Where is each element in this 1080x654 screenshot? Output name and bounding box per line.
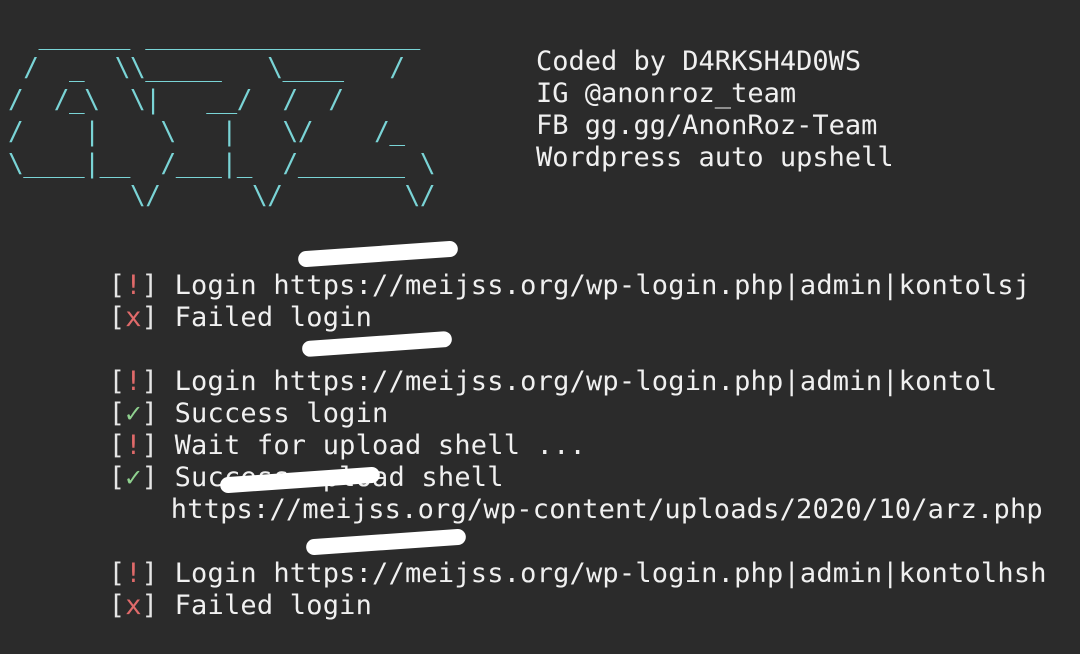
terminal-window[interactable]: ______ __________________ / _ \\_____ \_…: [0, 0, 1080, 621]
coded-by-line: Coded by D4RKSH4D0WS: [536, 46, 862, 77]
shell-url-line: https://meijss.org/wp-content/uploads/20…: [10, 462, 1047, 525]
log-line: [✓] Success login: [108, 398, 389, 429]
fail-icon: x: [125, 590, 142, 621]
log-line: [!] Login https://meijss.org/wp-login.ph…: [10, 238, 1047, 301]
log-line: [!] Login https://meijss.org/wp-login.ph…: [10, 330, 1047, 397]
ascii-logo: ______ __________________ / _ \\_____ \_…: [8, 20, 435, 212]
ascii-logo-line: ______ __________________: [8, 21, 421, 51]
log-line: [!] Login https://meijss.org/wp-login.ph…: [10, 526, 1047, 589]
log-line: [✓] Success upload shell: [108, 462, 504, 493]
redaction-mark: [305, 528, 467, 556]
ascii-logo-line: \____|__ /___|_ /_______ \: [8, 149, 436, 179]
banner-info: Coded by D4RKSH4D0WS IG @anonroz_team FB…: [536, 46, 894, 174]
log-output: [!] Login https://meijss.org/wp-login.ph…: [10, 238, 1047, 621]
facebook-line: FB gg.gg/AnonRoz-Team: [536, 110, 878, 141]
log-line: [x] Failed login: [108, 302, 373, 333]
log-line: [!] Wait for upload shell ...: [108, 430, 586, 461]
description-line: Wordpress auto upshell: [536, 142, 894, 173]
ascii-logo-line: / _ \\_____ \____ /: [8, 53, 405, 83]
ascii-logo-line: / | \ | \/ /_: [8, 117, 420, 147]
ascii-logo-line: / /_\ \| __/ / /: [8, 85, 390, 115]
instagram-line: IG @anonroz_team: [536, 78, 797, 109]
log-line: [x] Failed login: [108, 590, 373, 621]
redaction-mark: [297, 240, 459, 268]
log-text: Failed login: [174, 590, 373, 621]
ascii-logo-line: \/ \/ \/: [8, 181, 436, 211]
redaction-mark: [301, 330, 453, 358]
redaction-mark: [219, 466, 381, 494]
